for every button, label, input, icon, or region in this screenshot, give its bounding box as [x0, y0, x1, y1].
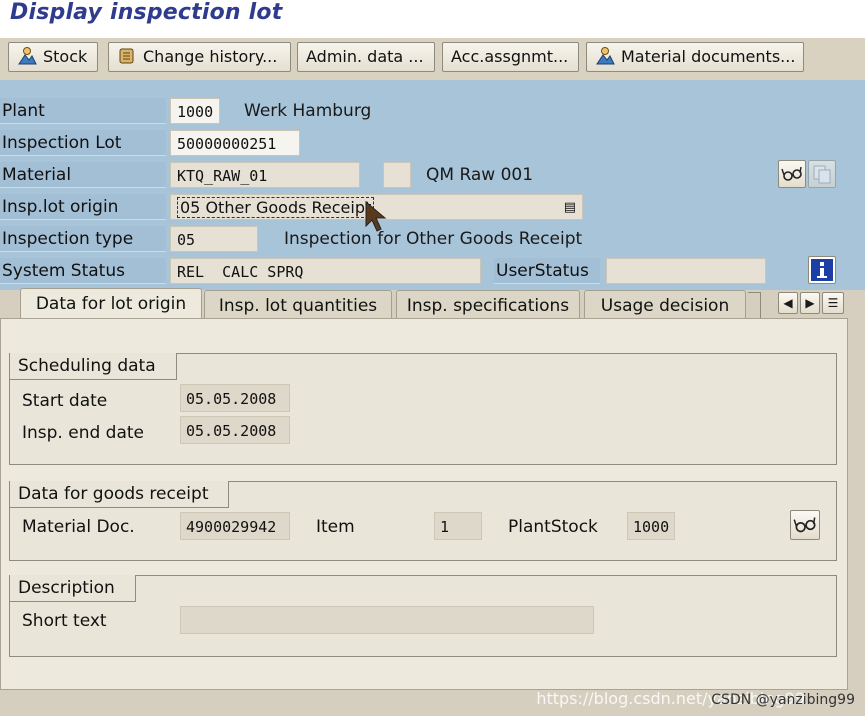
person-mountain-icon	[595, 46, 615, 66]
info-icon	[809, 259, 835, 288]
admin-data-label: Admin. data ...	[306, 47, 424, 66]
plant-stock-field[interactable]: 1000	[627, 512, 675, 540]
person-mountain-icon	[17, 46, 37, 66]
material-documents-label: Material documents...	[621, 47, 796, 66]
system-status-label: System Status	[0, 258, 166, 284]
system-status-field[interactable]: REL CALC SPRQ	[170, 258, 481, 284]
start-date-field[interactable]: 05.05.2008	[180, 384, 290, 412]
plant-field[interactable]: 1000	[170, 98, 220, 124]
material-field[interactable]: KTQ_RAW_01	[170, 162, 360, 188]
inspection-type-label: Inspection type	[0, 226, 166, 252]
inspection-type-field[interactable]: 05	[170, 226, 258, 252]
page-title: Display inspection lot	[10, 0, 283, 25]
goods-receipt-title: Data for goods receipt	[10, 481, 230, 508]
glasses-icon	[779, 166, 805, 192]
material-doc-field[interactable]: 4900029942	[180, 512, 290, 540]
chevron-right-icon: ▶	[805, 296, 815, 310]
short-text-field[interactable]	[180, 606, 594, 634]
stock-button[interactable]: Stock	[8, 42, 98, 72]
chevron-left-icon: ◀	[783, 296, 793, 310]
tab-data-for-lot-origin[interactable]: Data for lot origin	[20, 288, 202, 320]
inspection-lot-label: Inspection Lot	[0, 130, 166, 156]
material-extra-field[interactable]	[383, 162, 411, 188]
tab-scroll-left-button[interactable]: ◀	[778, 292, 798, 314]
user-status-field[interactable]	[606, 258, 766, 284]
plant-stock-label: PlantStock	[508, 517, 598, 537]
tab-content-panel: Scheduling data Start date 05.05.2008 In…	[0, 318, 848, 690]
insp-end-date-field[interactable]: 05.05.2008	[180, 416, 290, 444]
inspection-type-description: Inspection for Other Goods Receipt	[284, 229, 583, 249]
item-field[interactable]: 1	[434, 512, 482, 540]
goods-receipt-group: Data for goods receipt Material Doc. 490…	[9, 481, 837, 561]
insp-lot-origin-label: Insp.lot origin	[0, 194, 166, 220]
tab-overflow-edge	[748, 292, 761, 319]
admin-data-button[interactable]: Admin. data ...	[297, 42, 435, 72]
stock-label: Stock	[43, 47, 88, 66]
scheduling-data-title: Scheduling data	[10, 353, 177, 380]
tab-scroll-right-button[interactable]: ▶	[800, 292, 820, 314]
material-documents-button[interactable]: Material documents...	[586, 42, 804, 72]
status-info-button[interactable]	[808, 256, 836, 284]
plant-name: Werk Hamburg	[244, 101, 372, 121]
plant-label: Plant	[0, 98, 166, 124]
display-glasses-button[interactable]	[778, 160, 806, 188]
insp-lot-origin-value: 05 Other Goods Receipt	[177, 197, 375, 218]
change-history-label: Change history...	[143, 47, 278, 66]
scroll-icon	[117, 46, 137, 66]
application-toolbar: Stock Change history... Admin. data ... …	[0, 38, 865, 80]
display-material-doc-button[interactable]	[790, 510, 820, 540]
tab-usage-decision[interactable]: Usage decision	[584, 290, 746, 320]
insp-end-date-label: Insp. end date	[22, 423, 145, 443]
material-label: Material	[0, 162, 166, 188]
tab-list-icon: ☰	[827, 296, 839, 310]
inspection-lot-field[interactable]: 50000000251	[170, 130, 300, 156]
dropdown-icon[interactable]: ▤	[564, 195, 576, 219]
tab-insp-lot-quantities[interactable]: Insp. lot quantities	[204, 290, 392, 320]
copy-icon	[809, 165, 835, 192]
copy-button[interactable]	[808, 160, 836, 188]
description-title: Description	[10, 575, 136, 602]
material-description: QM Raw 001	[426, 165, 534, 185]
scheduling-data-group: Scheduling data Start date 05.05.2008 In…	[9, 353, 837, 465]
tab-insp-specifications[interactable]: Insp. specifications	[396, 290, 580, 320]
title-bar: Display inspection lot	[0, 0, 865, 38]
short-text-label: Short text	[22, 611, 107, 631]
tab-list-button[interactable]: ☰	[822, 292, 844, 314]
acc-assignment-label: Acc.assgnmt...	[451, 47, 569, 66]
item-label: Item	[316, 517, 355, 537]
change-history-button[interactable]: Change history...	[108, 42, 291, 72]
description-group: Description Short text	[9, 575, 837, 657]
start-date-label: Start date	[22, 391, 108, 411]
material-doc-label: Material Doc.	[22, 517, 135, 537]
glasses-icon	[791, 517, 819, 544]
acc-assignment-button[interactable]: Acc.assgnmt...	[442, 42, 579, 72]
watermark-tag: CSDN @yanzibing99	[711, 692, 855, 708]
user-status-label: UserStatus	[494, 258, 600, 284]
